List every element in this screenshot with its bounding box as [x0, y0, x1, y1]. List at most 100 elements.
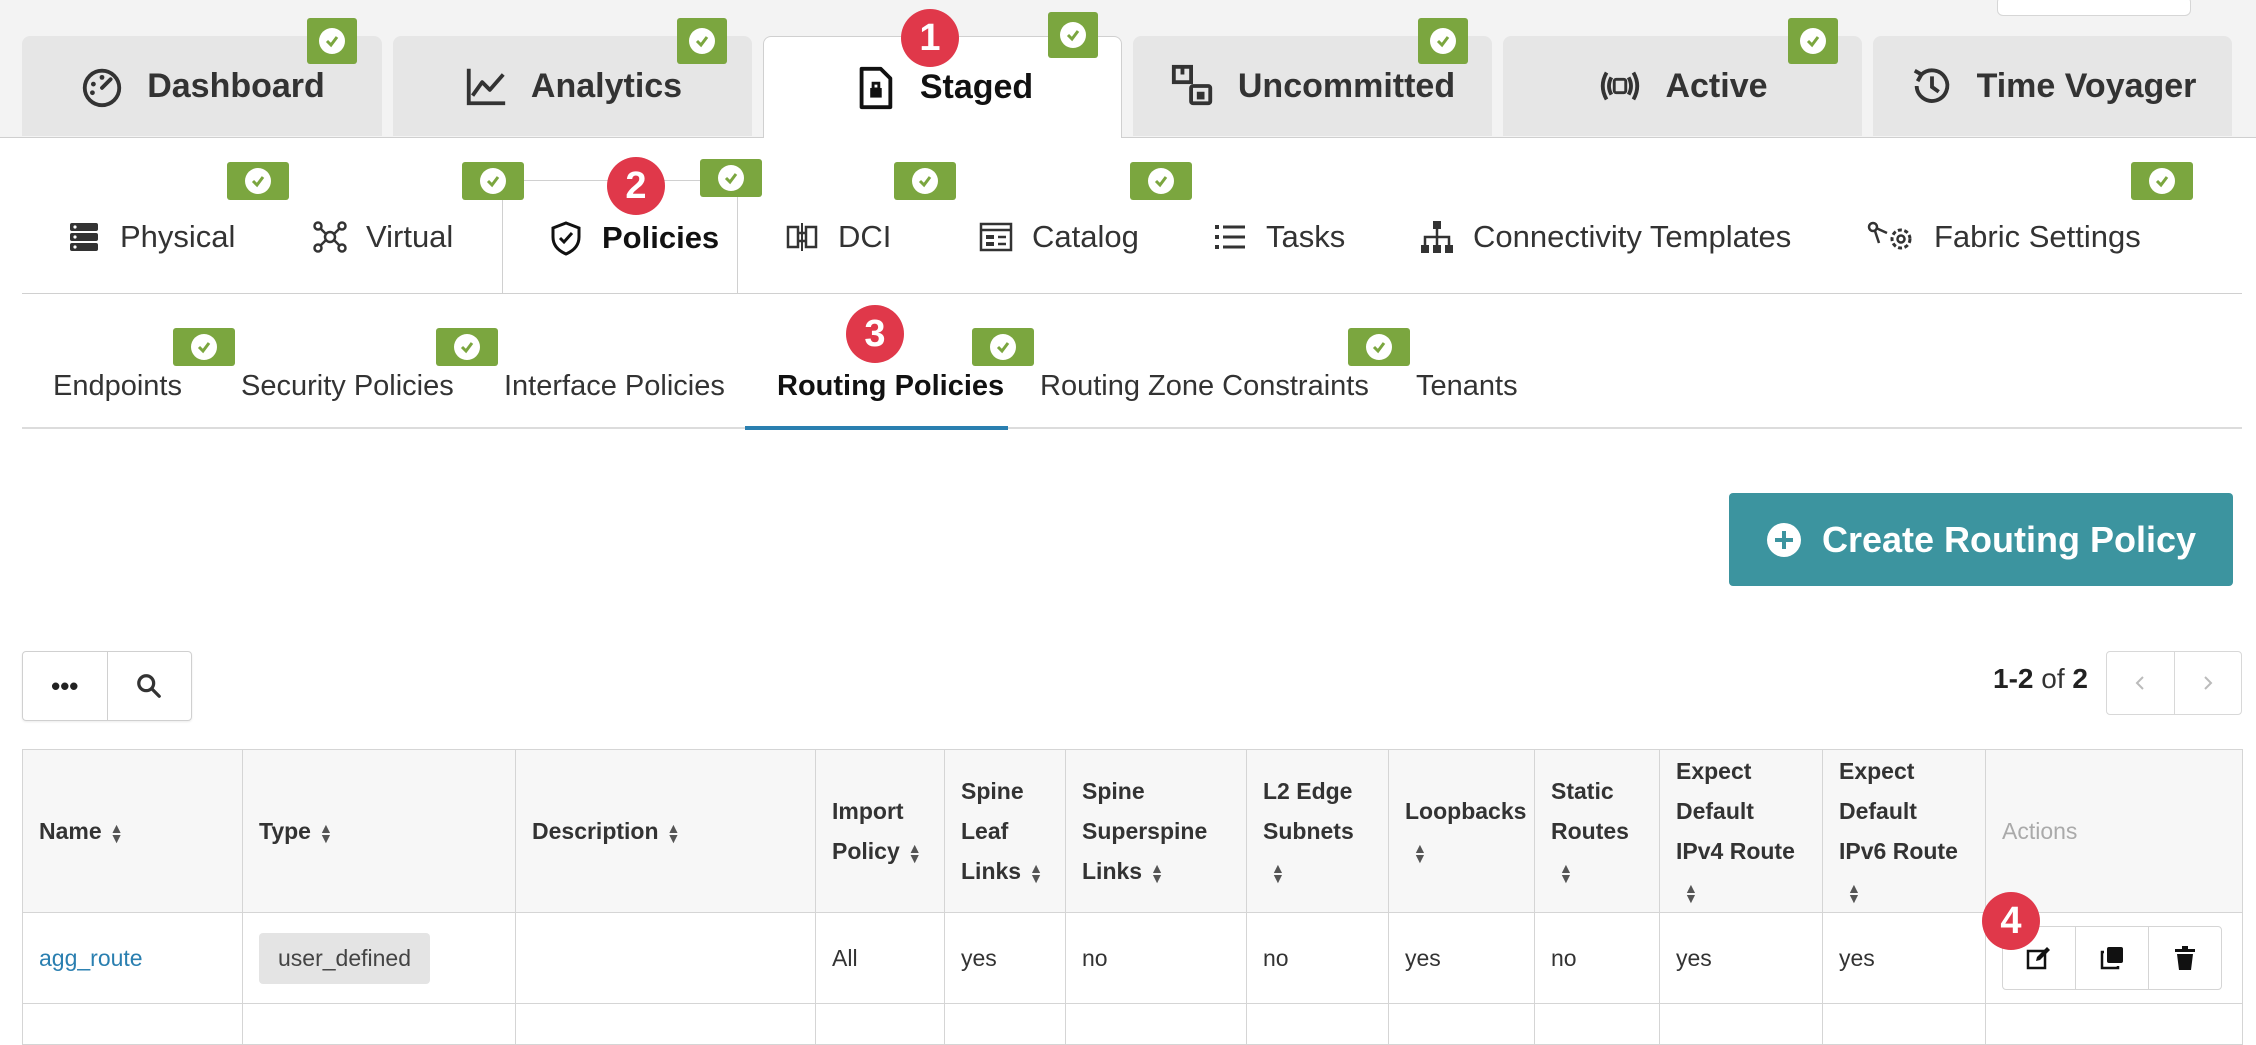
cell-empty [1065, 1003, 1247, 1045]
tab-tenants[interactable]: Tenants [1416, 370, 1518, 403]
sort-icon: ▲ ▼ [1684, 879, 1698, 906]
column-header-l2-edge-subnets[interactable]: L2 Edge Subnets ▲ ▼ [1246, 749, 1389, 913]
time-voyager-history-icon [1913, 68, 1949, 103]
tab-routing-policies[interactable]: Routing Policies [777, 370, 1004, 403]
check-circle-icon [1436, 36, 1450, 48]
catalog-icon [979, 222, 1013, 252]
column-header-expect-default-ipv4-route[interactable]: Expect Default IPv4 Route ▲ ▼ [1659, 749, 1823, 913]
status-check [227, 162, 289, 200]
table-toolbar: ••• [22, 651, 192, 721]
status-check [894, 162, 956, 200]
tab-routing-zone-constraints[interactable]: Routing Zone Constraints [1040, 370, 1369, 403]
header-label: Name [39, 818, 102, 844]
status-check [1418, 18, 1468, 64]
top-right-widget[interactable] [1997, 0, 2191, 16]
cell-empty [22, 1003, 243, 1045]
trash-icon [2175, 946, 2195, 970]
cell-description [515, 912, 816, 1004]
cell-empty [944, 1003, 1066, 1045]
check-circle-icon [996, 342, 1010, 354]
create-button-label: Create Routing Policy [1821, 518, 2197, 560]
cell-empty [1246, 1003, 1389, 1045]
tab-label: DCI [838, 219, 892, 254]
cell-spine-leaf-links: yes [944, 912, 1066, 1004]
tab-endpoints[interactable]: Endpoints [53, 370, 182, 403]
tab-virtual[interactable]: Virtual [312, 180, 453, 294]
header-label: Expect Default IPv4 Route [1676, 758, 1795, 864]
cell-empty [1534, 1003, 1660, 1045]
tab-security-policies[interactable]: Security Policies [241, 370, 454, 403]
step-badge: 2 [607, 157, 665, 215]
pagination-total: 2 [2072, 663, 2088, 694]
tab-connectivity-templates[interactable]: Connectivity Templates [1419, 180, 1791, 294]
status-check [173, 328, 235, 366]
cell-loopbacks: yes [1388, 912, 1535, 1004]
analytics-chart-icon [466, 68, 506, 106]
clone-button[interactable] [2075, 927, 2148, 989]
search-button[interactable] [106, 652, 192, 720]
column-header-description[interactable]: Description ▲ ▼ [515, 749, 816, 913]
column-header-import-policy[interactable]: Import Policy ▲ ▼ [815, 749, 945, 913]
delete-button[interactable] [2148, 927, 2221, 989]
cell-empty [242, 1003, 516, 1045]
tab-interface-policies[interactable]: Interface Policies [504, 370, 725, 403]
tab-label: Fabric Settings [1934, 219, 2141, 254]
header-label: Description [532, 818, 659, 844]
active-tab-indicator [745, 426, 1008, 430]
sort-icon: ▲ ▼ [1150, 859, 1164, 886]
cell-empty [815, 1003, 945, 1045]
column-header-static-routes[interactable]: Static Routes ▲ ▼ [1534, 749, 1660, 913]
clone-icon [2100, 947, 2123, 970]
pagination-summary: 1-2 of 2 [1993, 663, 2088, 695]
prev-page-button[interactable] [2107, 652, 2174, 714]
pagination-controls [2106, 651, 2242, 715]
check-circle-icon [486, 176, 500, 188]
status-check [1788, 18, 1838, 64]
tab-fabric-settings[interactable]: Fabric Settings [1866, 180, 2141, 294]
column-header-expect-default-ipv6-route[interactable]: Expect Default IPv6 Route ▲ ▼ [1822, 749, 1986, 913]
tab-tasks[interactable]: Tasks [1212, 180, 1345, 294]
tab-label: Physical [120, 219, 236, 254]
fabric-settings-icon [1867, 221, 1912, 250]
policies-shield-icon [551, 220, 581, 256]
column-header-name[interactable]: Name ▲ ▼ [22, 749, 243, 913]
header-label: Spine Leaf Links [961, 778, 1024, 884]
column-header-spine-superspine-links[interactable]: Spine Superspine Links ▲ ▼ [1065, 749, 1247, 913]
next-page-button[interactable] [2173, 652, 2242, 714]
pagination-range: 1-2 [1993, 663, 2034, 694]
cell-name: agg_route [22, 912, 243, 1004]
connectivity-tree-icon [1421, 221, 1453, 253]
cell-empty [515, 1003, 816, 1045]
pagination-of: of [2041, 663, 2065, 694]
tab-label: Connectivity Templates [1473, 219, 1792, 254]
check-circle-icon [2155, 176, 2169, 188]
check-circle-icon [1372, 342, 1386, 354]
column-header-loopbacks[interactable]: Loopbacks ▲ ▼ [1388, 749, 1535, 913]
virtual-nodes-icon [313, 221, 347, 253]
dashboard-gauge-icon [83, 68, 122, 108]
check-circle-icon [460, 342, 474, 354]
cell-expect-ipv6: yes [1822, 912, 1986, 1004]
column-header-type[interactable]: Type ▲ ▼ [242, 749, 516, 913]
more-options-button[interactable]: ••• [23, 652, 107, 720]
tab-physical[interactable]: Physical [66, 180, 235, 294]
cell-import-policy: All [815, 912, 945, 1004]
status-check [2131, 162, 2193, 200]
table-row: agg_route user_defined All yes no no yes… [22, 912, 2243, 1004]
check-circle-icon [325, 36, 339, 48]
tab-time-voyager[interactable]: Time Voyager [1873, 36, 2232, 136]
table-header-row: Name ▲ ▼ Type ▲ ▼ Description ▲ ▼ Import Polic… [22, 749, 2243, 913]
status-check [1048, 12, 1098, 58]
policy-name-link[interactable]: agg_route [39, 945, 143, 971]
header-label: Spine Superspine Links [1082, 778, 1208, 884]
header-label: Static Routes [1551, 778, 1629, 844]
tab-dci[interactable]: DCI [784, 180, 891, 294]
check-circle-icon [918, 176, 932, 188]
tab-label: Policies [602, 219, 720, 255]
tab-catalog[interactable]: Catalog [978, 180, 1139, 294]
check-circle-icon [695, 36, 709, 48]
create-routing-policy-button[interactable]: Create Routing Policy [1729, 493, 2233, 586]
column-header-spine-leaf-links[interactable]: Spine Leaf Links ▲ ▼ [944, 749, 1066, 913]
header-label: L2 Edge Subnets [1263, 778, 1354, 844]
physical-server-icon [70, 223, 98, 251]
